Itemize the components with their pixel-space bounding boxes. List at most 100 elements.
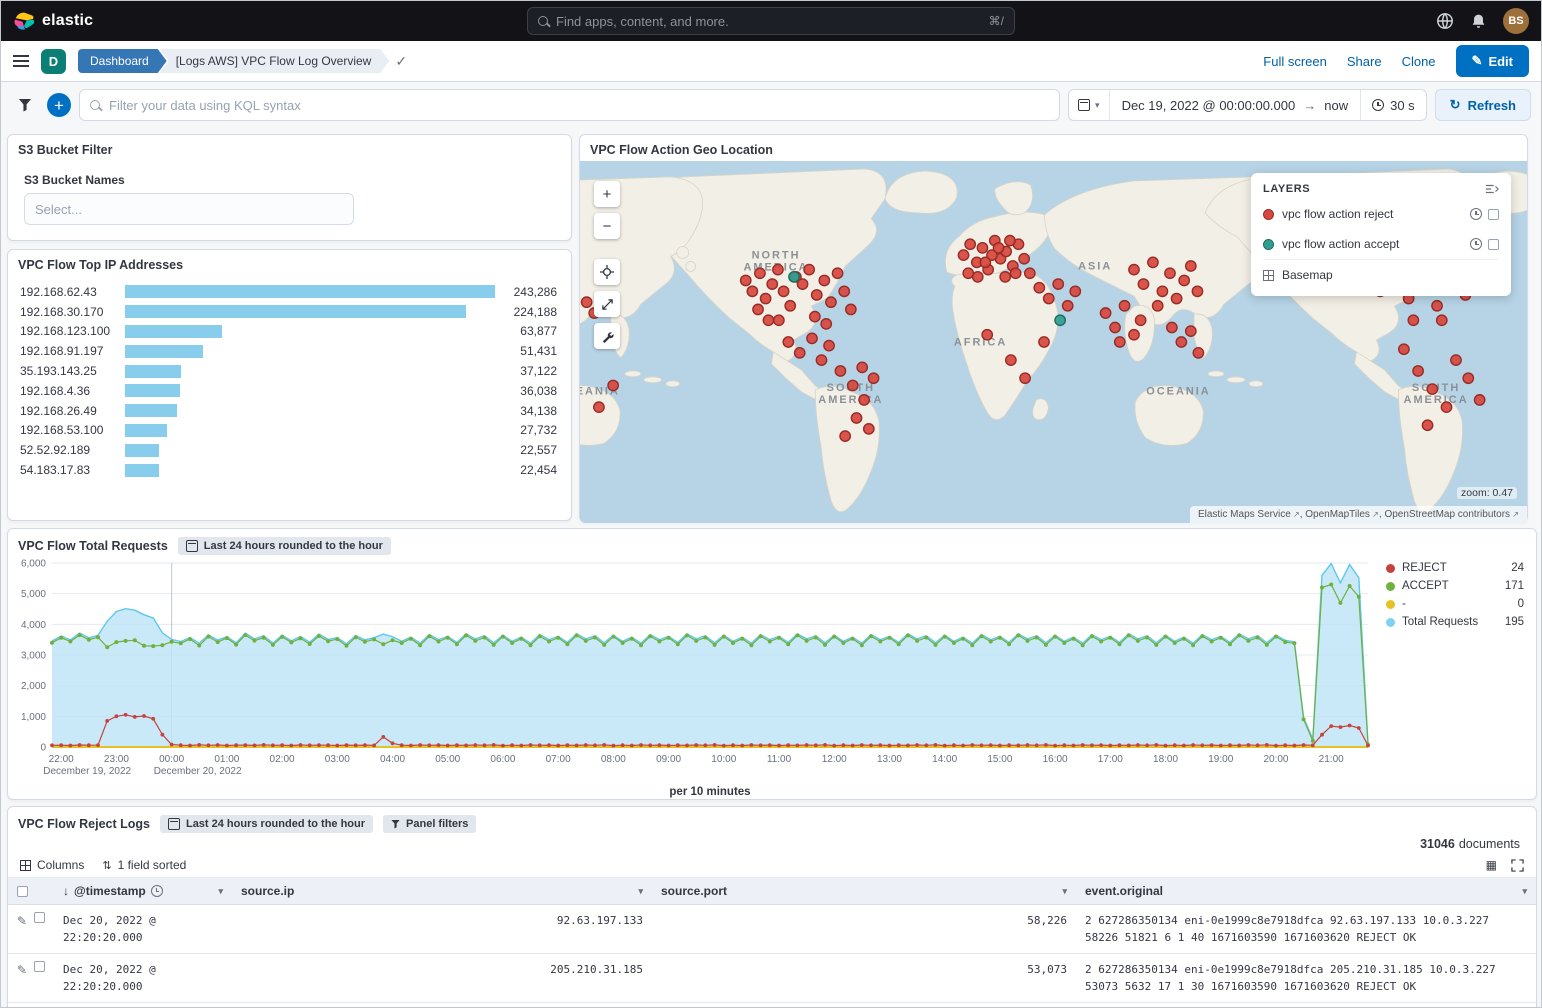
calendar-menu-button[interactable]: ▾ xyxy=(1069,90,1110,120)
attribution-link[interactable]: Elastic Maps Service xyxy=(1198,509,1300,520)
ip-label: 192.168.91.197 xyxy=(20,344,117,358)
menu-hamburger-icon[interactable] xyxy=(13,55,29,67)
bar-row: 192.168.26.4934,138 xyxy=(8,401,571,421)
reject-geo-point xyxy=(958,250,968,260)
global-search-input[interactable] xyxy=(556,14,981,29)
ip-bar[interactable] xyxy=(125,345,203,358)
reject-geo-point xyxy=(783,337,793,347)
ip-bar[interactable] xyxy=(125,464,159,477)
reject-geo-point xyxy=(747,286,757,296)
panel-title: VPC Flow Action Geo Location xyxy=(580,135,1527,161)
row-checkbox[interactable] xyxy=(34,961,45,972)
edit-row-icon[interactable]: ✎ xyxy=(17,912,27,931)
layer-checkbox[interactable] xyxy=(1488,209,1499,220)
ip-bar[interactable] xyxy=(125,365,181,378)
row-checkbox[interactable] xyxy=(34,912,45,923)
svg-text:17:00: 17:00 xyxy=(1098,754,1123,765)
breadcrumb-page-title[interactable]: [Logs AWS] VPC Flow Log Overview xyxy=(160,49,390,73)
table-row-partial: ✎ xyxy=(8,1003,1536,1008)
svg-text:per 10 minutes: per 10 minutes xyxy=(669,786,750,798)
refresh-button[interactable]: ↻Refresh xyxy=(1435,89,1531,121)
time-series-chart[interactable]: 01,0002,0003,0004,0005,0006,00022:00Dece… xyxy=(12,555,1528,799)
continent-label: AFRICA xyxy=(954,337,1007,349)
add-control-button[interactable]: + xyxy=(47,93,71,117)
table-header-row: ↓@timestamp▾ source.ip▾ source.port▾ eve… xyxy=(8,878,1536,905)
map-tools-icon[interactable] xyxy=(594,323,620,349)
bar-row: 192.168.53.10027,732 xyxy=(8,421,571,441)
fit-to-data-icon[interactable] xyxy=(594,259,620,285)
refresh-interval-button[interactable]: 30 s xyxy=(1360,90,1426,120)
elastic-dashboard-app: elastic ⌘/ BS xyxy=(0,0,1542,1008)
reject-geo-point xyxy=(1408,315,1418,325)
clock-icon xyxy=(1372,99,1384,111)
layer-checkbox[interactable] xyxy=(1488,239,1499,250)
layer-item-reject[interactable]: vpc flow action reject xyxy=(1263,199,1499,229)
bar-row: 192.168.91.19751,431 xyxy=(8,341,571,361)
expand-map-icon[interactable] xyxy=(594,291,620,317)
saved-query-filter-icon[interactable] xyxy=(11,91,39,119)
collapse-layers-icon[interactable] xyxy=(1485,183,1499,195)
date-range-start[interactable]: Dec 19, 2022 @ 00:00:00.000 xyxy=(1122,98,1296,113)
elastic-logo-icon xyxy=(13,10,35,32)
layer-item-basemap[interactable]: Basemap xyxy=(1263,259,1499,290)
elastic-logo[interactable]: elastic xyxy=(13,10,223,32)
global-search[interactable]: ⌘/ xyxy=(527,7,1015,35)
ip-bar[interactable] xyxy=(125,404,177,417)
attribution-link[interactable]: OpenStreetMap contributors xyxy=(1384,509,1519,520)
ip-bar[interactable] xyxy=(125,424,167,437)
column-header-source-ip[interactable]: source.ip▾ xyxy=(232,878,652,904)
continent-label: ASIA xyxy=(1078,261,1112,273)
columns-button[interactable]: Columns xyxy=(20,858,84,872)
s3-bucket-select[interactable]: Select... xyxy=(24,193,354,225)
ip-bar[interactable] xyxy=(125,444,159,457)
help-icon[interactable] xyxy=(1436,12,1454,30)
reject-geo-point xyxy=(753,304,763,314)
edit-row-icon[interactable]: ✎ xyxy=(17,961,27,980)
kql-query-input[interactable] xyxy=(109,98,1049,113)
user-avatar[interactable]: BS xyxy=(1503,8,1529,34)
ip-label: 192.168.4.36 xyxy=(20,384,117,398)
date-range-end[interactable]: now xyxy=(1324,98,1348,113)
alerts-bell-icon[interactable] xyxy=(1470,13,1487,30)
ip-bar[interactable] xyxy=(125,384,180,397)
fullscreen-icon[interactable] xyxy=(1511,859,1524,872)
calendar-icon xyxy=(1078,99,1090,111)
select-all-checkbox[interactable] xyxy=(17,886,28,897)
ip-value: 27,732 xyxy=(503,423,557,437)
cell-source-port: 53,073 xyxy=(652,954,1076,1002)
full-screen-link[interactable]: Full screen xyxy=(1263,54,1327,69)
reject-geo-point xyxy=(1441,402,1451,412)
space-badge[interactable]: D xyxy=(41,49,66,74)
reject-geo-point xyxy=(840,431,850,441)
ip-bar[interactable] xyxy=(125,325,222,338)
ip-bar[interactable] xyxy=(125,285,495,298)
world-map[interactable]: NORTHAMERICAASIAAFRICASOUTHAMERICAOCEANI… xyxy=(580,161,1527,523)
sort-fields-button[interactable]: ⇅1 field sorted xyxy=(102,858,186,872)
reject-geo-point xyxy=(773,264,783,274)
svg-text:15:00: 15:00 xyxy=(987,754,1012,765)
share-link[interactable]: Share xyxy=(1347,54,1382,69)
breadcrumb-dashboard[interactable]: Dashboard xyxy=(78,49,167,73)
reject-geo-point xyxy=(963,268,973,278)
ip-value: 243,286 xyxy=(503,285,557,299)
clone-link[interactable]: Clone xyxy=(1402,54,1436,69)
attribution-link[interactable]: OpenMapTiles xyxy=(1305,509,1379,520)
reject-geo-point xyxy=(1186,261,1196,271)
zoom-out-button[interactable]: − xyxy=(594,213,620,239)
reject-geo-point xyxy=(993,243,1003,253)
column-header-source-port[interactable]: source.port▾ xyxy=(652,878,1076,904)
accept-geo-point xyxy=(1055,315,1065,325)
breadcrumb: Dashboard [Logs AWS] VPC Flow Log Overvi… xyxy=(78,49,407,73)
reject-geo-point xyxy=(1437,315,1447,325)
svg-text:3,000: 3,000 xyxy=(21,651,46,662)
reject-geo-point xyxy=(1020,373,1030,383)
layer-item-accept[interactable]: vpc flow action accept xyxy=(1263,229,1499,259)
ip-bar[interactable] xyxy=(125,305,466,318)
saved-check-icon: ✓ xyxy=(395,53,407,70)
column-header-event-original[interactable]: event.original▾ xyxy=(1076,878,1536,904)
edit-button[interactable]: ✎Edit xyxy=(1456,45,1529,77)
display-options-icon[interactable]: ▦ xyxy=(1486,858,1497,872)
chevron-down-icon: ▾ xyxy=(218,886,223,897)
zoom-in-button[interactable]: + xyxy=(594,181,620,207)
column-header-timestamp[interactable]: ↓@timestamp▾ xyxy=(54,878,232,904)
